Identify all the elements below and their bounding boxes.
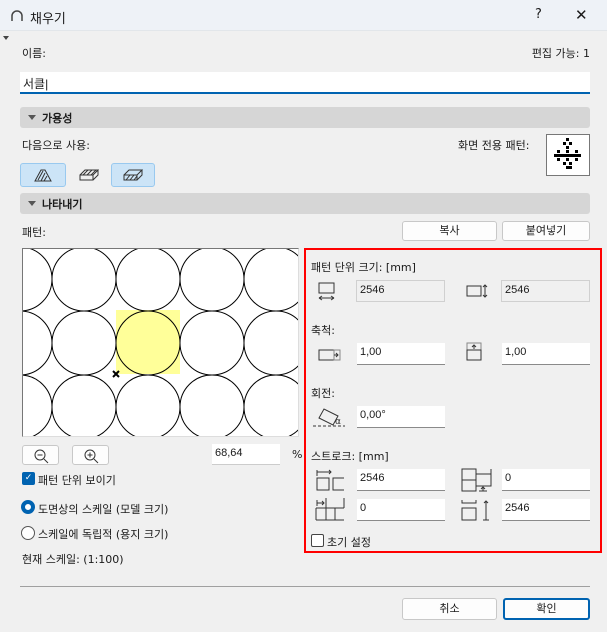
scale-x-input[interactable]: 1,00 [357,343,445,365]
pattern-circle [51,249,117,312]
stroke-b-input[interactable]: 0 [502,469,590,491]
scale-label: 축척: [311,324,335,337]
zoom-percent-input[interactable]: 68,64 [212,444,280,465]
pattern-circle [51,310,117,376]
pattern-circle [179,249,245,312]
radio-paper-size[interactable] [21,526,35,540]
fill-tool-icon [11,10,23,21]
section-availability[interactable]: 가용성 [20,107,590,128]
collapse-arrow-icon[interactable] [3,36,9,43]
stroke-a-input[interactable]: 2546 [357,469,445,491]
unit-height-icon [466,284,488,298]
pattern-label: 패턴: [22,226,46,239]
stroke-shift-y-icon [461,468,492,492]
window-title: 채우기 [30,12,66,27]
rotation-angle-input[interactable]: 0,00° [357,406,445,428]
pattern-circle [179,374,245,436]
pattern-unit-label: 패턴 단위 크기: [mm] [311,261,416,274]
pattern-circle [115,374,181,436]
pattern-circle [23,310,53,376]
pattern-circle [51,374,117,436]
help-button[interactable]: ? [535,7,542,22]
cut-fill-toggle[interactable] [67,163,110,187]
circle-pattern-canvas [23,249,298,436]
cut-fill-icon [79,169,99,181]
svg-text:α: α [335,417,341,427]
radio-model-size[interactable] [21,500,35,514]
cancel-button[interactable]: 취소 [402,598,497,620]
stroke-c-input[interactable]: 0 [357,499,445,521]
zoom-out-icon [34,449,48,464]
diamond-pattern-icon [554,138,581,169]
stroke-d-input[interactable]: 2546 [502,499,590,521]
scale-x-icon [318,349,341,361]
scale-y-icon [466,342,482,361]
reset-checkbox[interactable] [311,534,324,547]
name-label: 이름: [22,47,46,60]
current-scale: 현재 스케일: (1:100) [22,553,124,566]
name-input[interactable]: 서클| [20,72,590,94]
drafting-fill-icon [34,169,52,182]
cover-fill-toggle[interactable] [111,163,155,187]
show-unit-checkbox[interactable]: ✓ [22,472,35,485]
unit-width-icon [318,282,335,301]
pattern-circle [23,374,53,436]
pattern-circle [23,249,53,312]
pattern-preview[interactable] [22,248,299,437]
zoom-unit: % [292,448,303,461]
ok-button[interactable]: 확인 [503,598,590,620]
screen-pattern-label: 화면 전용 패턴: [458,139,530,152]
stroke-offset-x-icon [316,469,344,491]
pattern-circle [179,310,245,376]
unit-height-field: 2546 [501,280,590,302]
pattern-circle [115,249,181,312]
pattern-circle [243,310,298,376]
rotation-angle-icon: α [313,408,345,427]
zoom-in-button[interactable] [72,445,109,465]
stroke-offset-row-icon [315,498,345,521]
copy-button[interactable]: 복사 [402,221,497,241]
title-bar: 채우기 ? ✕ [0,0,607,31]
zoom-out-button[interactable] [22,445,59,465]
radio-paper-size-label: 스케일에 독립적 (용지 크기) [38,528,169,541]
editable-count: 편집 가능: 1 [531,47,590,60]
pattern-circle [243,374,298,436]
scale-y-input[interactable]: 1,00 [502,343,590,365]
divider [20,586,590,587]
screen-pattern-swatch[interactable] [546,134,590,176]
cover-fill-icon [123,169,143,181]
use-as-label: 다음으로 사용: [22,139,90,152]
pattern-circle [243,249,298,312]
close-button[interactable]: ✕ [575,6,588,24]
section-appearance[interactable]: 나타내기 [20,193,590,214]
unit-width-field: 2546 [356,280,445,302]
paste-button[interactable]: 붙여넣기 [502,221,590,241]
stroke-label: 스트로크: [mm] [311,450,389,463]
show-unit-label: 패턴 단위 보이기 [38,474,116,487]
reset-label: 초기 설정 [327,536,371,549]
rotation-label: 회전: [311,387,335,400]
stroke-height-icon [461,500,489,521]
zoom-in-icon [84,449,98,464]
radio-model-size-label: 도면상의 스케일 (모델 크기) [38,503,169,516]
drafting-fill-toggle[interactable] [20,163,66,187]
